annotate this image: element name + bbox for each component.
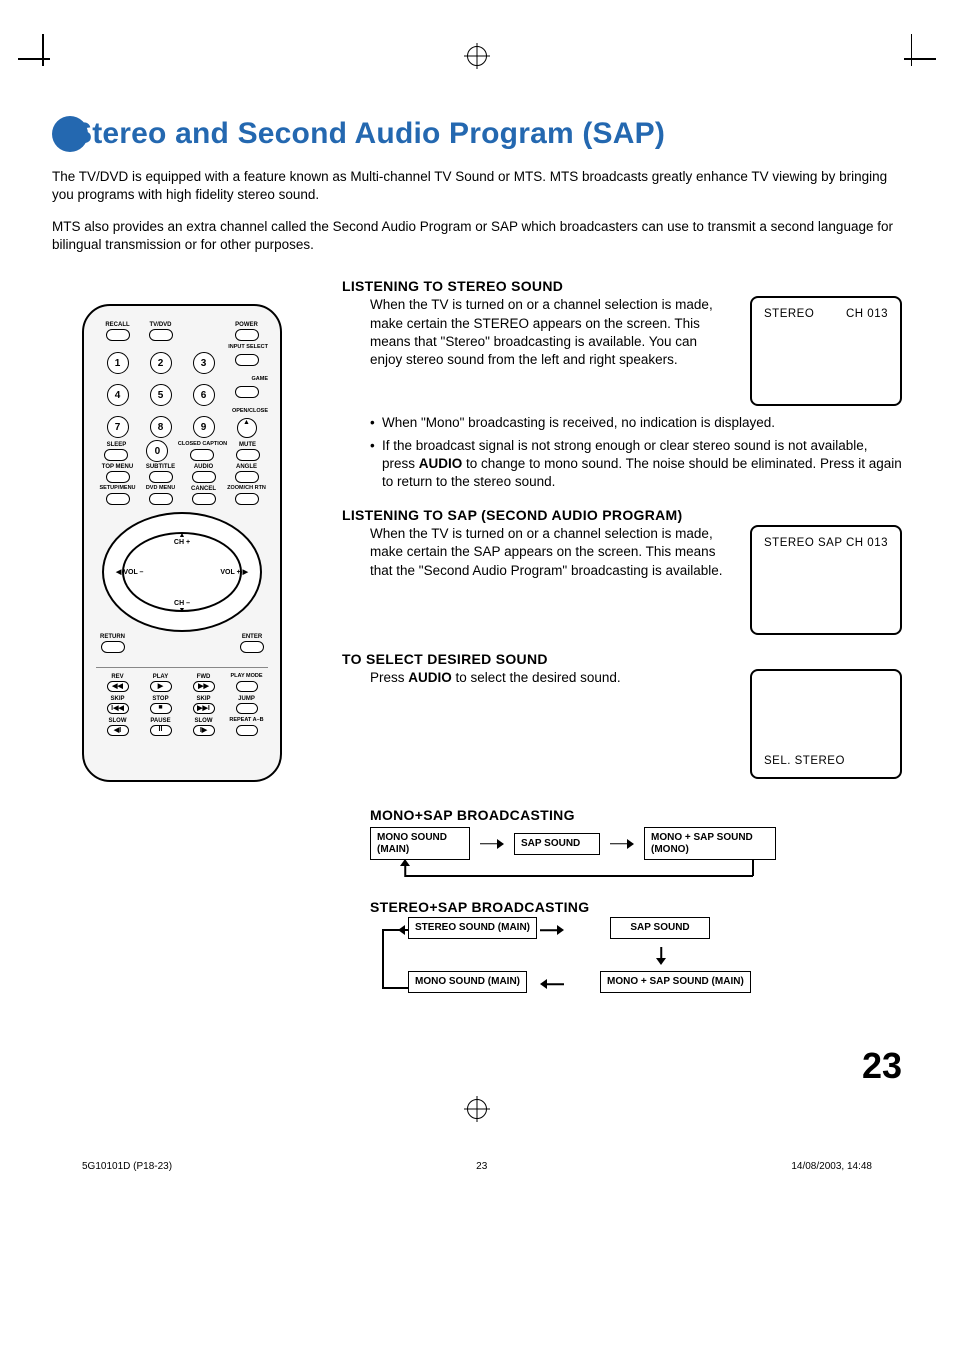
footer: 5G10101D (P18-23) 23 14/08/2003, 14:48	[52, 1161, 902, 1172]
page-number: 23	[342, 1045, 902, 1087]
page-title: Stereo and Second Audio Program (SAP)	[72, 117, 665, 151]
flow-chart-mono-sap: MONO SOUND (MAIN) SAP SOUND MONO + SAP S…	[370, 827, 902, 885]
bullet-mono: When "Mono" broadcasting is received, no…	[370, 414, 902, 432]
remote-control-diagram: RECALL TV/DVD POWER INPUT SELECT 1 2 3 G…	[82, 304, 282, 782]
section-heading-select: TO SELECT DESIRED SOUND	[342, 651, 902, 667]
footer-page: 23	[476, 1161, 487, 1172]
tv-screen-select: SEL. STEREO	[750, 669, 902, 779]
footer-date: 14/08/2003, 14:48	[791, 1161, 872, 1172]
registration-marks	[0, 50, 954, 70]
section-heading-sap: LISTENING TO SAP (SECOND AUDIO PROGRAM)	[342, 507, 902, 523]
intro-paragraph-2: MTS also provides an extra channel calle…	[52, 218, 902, 254]
intro-paragraph-1: The TV/DVD is equipped with a feature kn…	[52, 168, 902, 204]
flow1-heading: MONO+SAP BROADCASTING	[370, 807, 902, 823]
tv-screen-stereo: STEREOCH 013	[750, 296, 902, 406]
footer-doc-id: 5G10101D (P18-23)	[82, 1161, 172, 1172]
section-body-stereo: When the TV is turned on or a channel se…	[370, 296, 730, 369]
flow2-heading: STEREO+SAP BROADCASTING	[370, 899, 902, 915]
section-body-select: Press AUDIO to select the desired sound.	[370, 669, 730, 687]
bullet-audio-key: If the broadcast signal is not strong en…	[370, 437, 902, 492]
section-heading-stereo: LISTENING TO STEREO SOUND	[342, 278, 902, 294]
tv-screen-sap: STEREO SAPCH 013	[750, 525, 902, 635]
flow-chart-stereo-sap: STEREO SOUND (MAIN) SAP SOUND MONO SOUND…	[370, 917, 902, 1027]
section-body-sap: When the TV is turned on or a channel se…	[370, 525, 730, 580]
